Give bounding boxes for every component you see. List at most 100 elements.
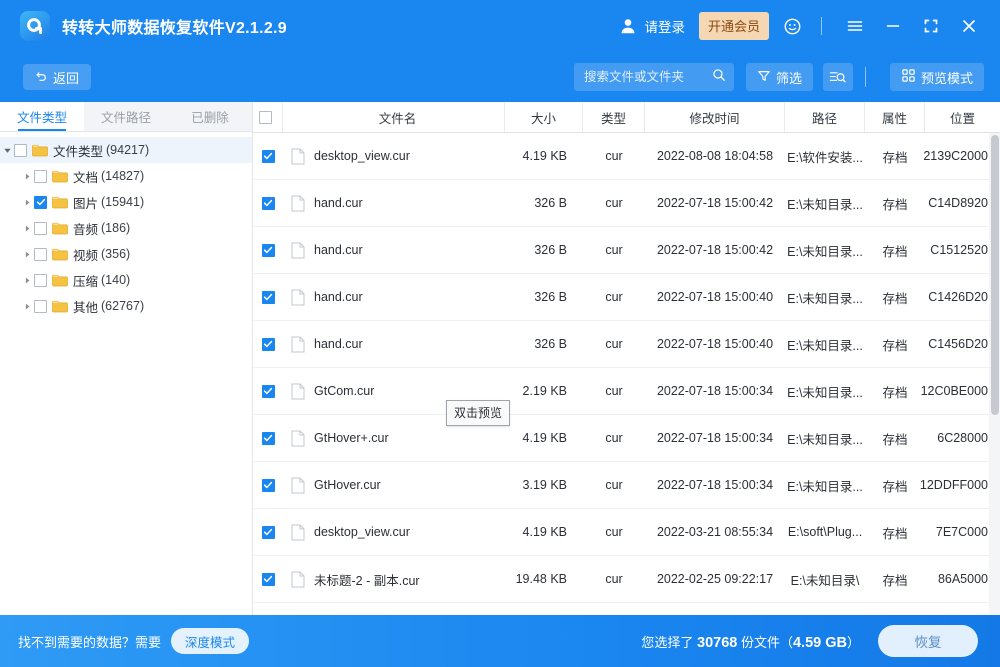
column-header-path[interactable]: 路径	[785, 102, 865, 132]
file-icon	[291, 242, 305, 259]
column-header-size[interactable]: 大小	[505, 102, 583, 132]
toolbar: 返回 筛选	[0, 52, 1000, 102]
row-checkbox-cell[interactable]	[253, 526, 283, 539]
maximize-icon[interactable]	[916, 11, 946, 41]
column-header-type[interactable]: 类型	[583, 102, 645, 132]
row-checkbox[interactable]	[262, 197, 275, 210]
row-checkbox-cell[interactable]	[253, 432, 283, 445]
tree-checkbox-0[interactable]	[34, 170, 47, 183]
tree-node-5[interactable]: 其他(62767)	[0, 293, 252, 319]
selection-suffix: ）	[847, 635, 860, 650]
cell-file-name: GtHover.cur	[283, 477, 505, 494]
cell-type: cur	[583, 149, 645, 163]
row-checkbox-cell[interactable]	[253, 479, 283, 492]
table-row[interactable]: GtHover.cur3.19 KBcur2022-07-18 15:00:34…	[253, 462, 1000, 509]
table-row[interactable]: GtHover+.cur4.19 KBcur2022-07-18 15:00:3…	[253, 415, 1000, 462]
minimize-icon[interactable]	[878, 11, 908, 41]
tree-checkbox-2[interactable]	[34, 222, 47, 235]
file-table: 文件名 大小 类型 修改时间 路径 属性 位置 desktop_view.cur…	[253, 102, 1000, 615]
row-checkbox[interactable]	[262, 150, 275, 163]
app-window: 转转大师数据恢复软件V2.1.2.9 请登录 开通会员	[0, 0, 1000, 667]
caret-right-icon[interactable]	[20, 299, 34, 313]
table-row[interactable]: GtCom.cur2.19 KBcur2022-07-18 15:00:34E:…	[253, 368, 1000, 415]
row-checkbox-cell[interactable]	[253, 385, 283, 398]
caret-down-icon[interactable]	[0, 143, 14, 157]
scrollbar-thumb[interactable]	[991, 135, 999, 415]
row-checkbox[interactable]	[262, 291, 275, 304]
caret-right-icon[interactable]	[20, 221, 34, 235]
tree-node-1[interactable]: 图片(15941)	[0, 189, 252, 215]
cell-time: 2022-07-18 15:00:34	[645, 431, 785, 445]
list-search-icon[interactable]	[823, 63, 853, 91]
close-icon[interactable]	[954, 11, 984, 41]
tree-node-2[interactable]: 音频(186)	[0, 215, 252, 241]
table-row[interactable]: desktop_view.cur4.19 KBcur2022-03-21 08:…	[253, 509, 1000, 556]
caret-right-icon[interactable]	[20, 195, 34, 209]
table-row[interactable]: hand.cur326 Bcur2022-07-18 15:00:40E:\未知…	[253, 321, 1000, 368]
tree-checkbox-1[interactable]	[34, 196, 47, 209]
tree-checkbox-5[interactable]	[34, 300, 47, 313]
caret-right-icon[interactable]	[20, 169, 34, 183]
cell-path: E:\未知目录...	[785, 288, 865, 307]
cell-attr: 存档	[865, 288, 925, 307]
tree-node-0[interactable]: 文档(14827)	[0, 163, 252, 189]
status-bar-left: 找不到需要的数据？需要 深度模式	[18, 628, 249, 654]
tab-file-type[interactable]: 文件类型	[0, 102, 84, 131]
tree-checkbox-4[interactable]	[34, 274, 47, 287]
table-row[interactable]: 未标题-2 - 副本.cur19.48 KBcur2022-02-25 09:2…	[253, 556, 1000, 603]
tree-node-label: 图片	[73, 193, 98, 212]
row-checkbox[interactable]	[262, 432, 275, 445]
caret-right-icon[interactable]	[20, 273, 34, 287]
column-header-location[interactable]: 位置	[925, 102, 1000, 132]
select-all-checkbox[interactable]	[259, 111, 272, 124]
row-checkbox[interactable]	[262, 338, 275, 351]
vip-membership-button[interactable]: 开通会员	[699, 12, 769, 40]
preview-mode-button[interactable]: 预览模式	[890, 63, 984, 91]
tab-file-path[interactable]: 文件路径	[84, 102, 168, 131]
folder-icon	[52, 170, 68, 183]
table-row[interactable]: hand.cur326 Bcur2022-07-18 15:00:40E:\未知…	[253, 274, 1000, 321]
tree-checkbox-root[interactable]	[14, 144, 27, 157]
row-checkbox[interactable]	[262, 573, 275, 586]
row-checkbox[interactable]	[262, 244, 275, 257]
tree-node-3[interactable]: 视频(356)	[0, 241, 252, 267]
cell-time: 2022-07-18 15:00:40	[645, 290, 785, 304]
vertical-scrollbar[interactable]	[989, 133, 1000, 615]
row-checkbox[interactable]	[262, 385, 275, 398]
table-row[interactable]: 冰墩墩鼠标指针.cur970.51 KBcur2022-02-25 09:13:…	[253, 603, 1000, 615]
tab-deleted[interactable]: 已删除	[168, 102, 252, 131]
selection-middle: 份文件（	[741, 635, 793, 650]
search-icon[interactable]	[712, 68, 726, 87]
table-row[interactable]: hand.cur326 Bcur2022-07-18 15:00:42E:\未知…	[253, 180, 1000, 227]
row-checkbox-cell[interactable]	[253, 244, 283, 257]
back-button[interactable]: 返回	[23, 64, 91, 90]
row-checkbox-cell[interactable]	[253, 291, 283, 304]
toolbar-divider	[865, 67, 866, 87]
row-checkbox-cell[interactable]	[253, 150, 283, 163]
tree-node-root[interactable]: 文件类型 (94217)	[0, 137, 252, 163]
cell-type: cur	[583, 337, 645, 351]
row-checkbox-cell[interactable]	[253, 573, 283, 586]
file-icon	[291, 571, 305, 588]
caret-right-icon[interactable]	[20, 247, 34, 261]
deep-mode-button[interactable]: 深度模式	[171, 628, 249, 654]
row-checkbox[interactable]	[262, 526, 275, 539]
column-header-name[interactable]: 文件名	[283, 102, 505, 132]
filter-button[interactable]: 筛选	[746, 63, 813, 91]
row-checkbox-cell[interactable]	[253, 338, 283, 351]
table-row[interactable]: hand.cur326 Bcur2022-07-18 15:00:42E:\未知…	[253, 227, 1000, 274]
feedback-smiley-icon[interactable]	[777, 11, 807, 41]
recover-button[interactable]: 恢复	[878, 625, 978, 657]
search-box[interactable]	[574, 63, 734, 91]
search-input[interactable]	[584, 70, 712, 84]
row-checkbox[interactable]	[262, 479, 275, 492]
tree-checkbox-3[interactable]	[34, 248, 47, 261]
hamburger-menu-icon[interactable]	[840, 11, 870, 41]
login-button[interactable]: 请登录	[619, 16, 685, 36]
column-header-attr[interactable]: 属性	[865, 102, 925, 132]
table-row[interactable]: desktop_view.cur4.19 KBcur2022-08-08 18:…	[253, 133, 1000, 180]
tree-node-4[interactable]: 压缩(140)	[0, 267, 252, 293]
column-header-time[interactable]: 修改时间	[645, 102, 785, 132]
select-all-cell[interactable]	[253, 102, 283, 132]
row-checkbox-cell[interactable]	[253, 197, 283, 210]
